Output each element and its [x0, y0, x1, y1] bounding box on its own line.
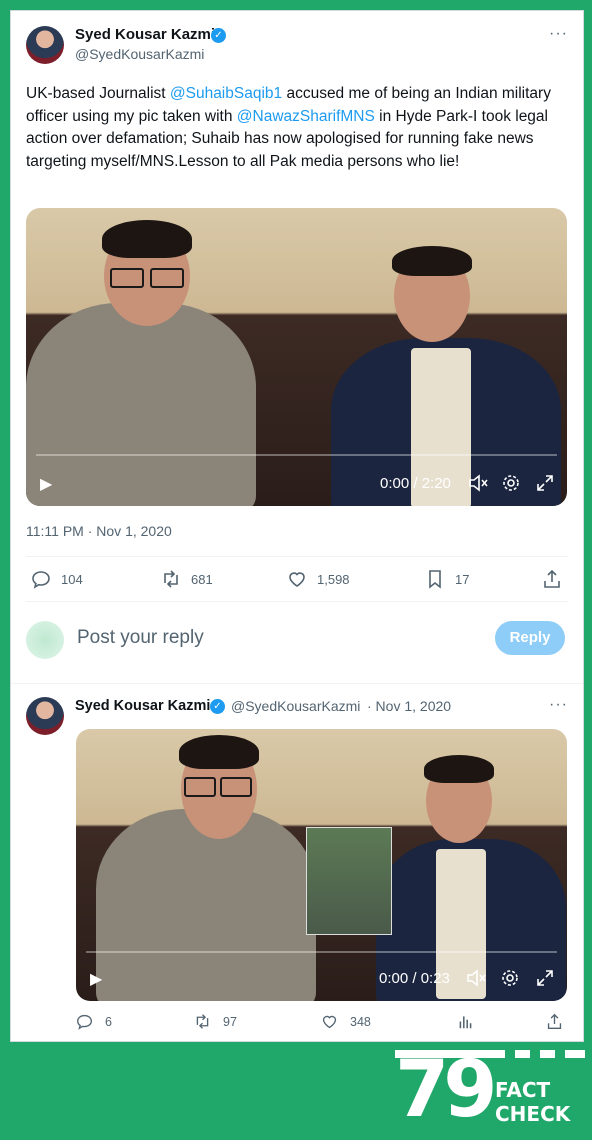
tweet-timestamp[interactable]: 11:11 PM · Nov 1, 2020 — [26, 523, 172, 539]
inset-photo — [306, 827, 392, 935]
video-time: 0:00 / 0:23 — [379, 970, 450, 987]
factcheck-logo: 79 FACT CHECK — [395, 1050, 585, 1130]
glasses — [184, 777, 216, 797]
like-icon — [322, 1015, 337, 1029]
person-left-hair — [102, 220, 192, 258]
play-icon[interactable]: ▶ — [40, 474, 52, 494]
like-count: 348 — [350, 1014, 371, 1029]
author-avatar[interactable] — [26, 697, 64, 735]
logo-notch — [530, 1050, 540, 1060]
reply-icon — [77, 1014, 92, 1030]
reply-input[interactable]: Post your reply — [77, 627, 204, 649]
retweet-count: 97 — [223, 1014, 237, 1029]
logo-notch — [505, 1050, 515, 1060]
reply-avatar — [26, 621, 64, 659]
retweet-action[interactable]: 97 — [194, 1013, 237, 1030]
person-right-hair — [392, 246, 472, 276]
reply-icon — [32, 571, 50, 589]
reply-action[interactable]: 104 — [31, 569, 83, 589]
share-action[interactable] — [542, 569, 562, 589]
person-left — [26, 303, 256, 506]
mention-link[interactable]: @NawazSharifMNS — [237, 108, 375, 125]
glasses — [110, 268, 144, 288]
person-left-hair — [179, 735, 259, 769]
more-icon[interactable]: ··· — [549, 696, 568, 714]
author-handle[interactable]: @SyedKousarKazmi — [75, 46, 204, 62]
play-icon[interactable]: ▶ — [90, 969, 102, 989]
reply-count: 6 — [105, 1014, 112, 1029]
bookmark-icon — [429, 570, 441, 589]
retweet-icon — [196, 1014, 209, 1029]
logo-text-check: CHECK — [495, 1102, 571, 1126]
reply-button[interactable]: Reply — [495, 621, 565, 655]
fullscreen-icon[interactable] — [536, 474, 554, 496]
divider — [11, 683, 583, 684]
tweet-text: UK-based Journalist @SuhaibSaqib1 accuse… — [26, 83, 574, 173]
retweet-count: 681 — [191, 571, 213, 587]
share-action[interactable] — [546, 1013, 563, 1030]
retweet-icon — [164, 570, 178, 588]
video-player[interactable]: ▶ 0:00 / 2:20 — [26, 208, 567, 506]
divider — [26, 601, 568, 602]
author-name[interactable]: Syed Kousar Kazmi — [75, 698, 210, 714]
fullscreen-icon[interactable] — [536, 969, 554, 991]
mute-icon[interactable] — [468, 474, 488, 496]
mute-icon[interactable] — [466, 969, 486, 991]
person-left — [96, 809, 316, 1001]
logo-text-fact: FACT — [495, 1078, 551, 1102]
glasses — [220, 777, 252, 797]
video-player[interactable]: ▶ 0:00 / 0:23 — [76, 729, 567, 1001]
share-icon — [544, 569, 560, 588]
more-icon[interactable]: ··· — [549, 25, 568, 43]
bookmark-count: 17 — [455, 571, 470, 587]
video-progress-bar[interactable] — [86, 951, 557, 953]
like-action[interactable]: 1,598 — [287, 569, 350, 589]
author-handle[interactable]: @SyedKousarKazmi — [231, 698, 360, 714]
verified-icon: ✓ — [210, 699, 225, 714]
views-action[interactable] — [457, 1013, 474, 1030]
verified-icon: ✓ — [211, 28, 226, 43]
like-count: 1,598 — [317, 571, 350, 587]
settings-icon[interactable] — [502, 474, 520, 496]
author-name[interactable]: Syed Kousar Kazmi — [75, 26, 215, 43]
logo-number: 79 — [395, 1045, 498, 1135]
video-time: 0:00 / 2:20 — [380, 475, 451, 492]
tweet-card: Syed Kousar Kazmi ✓ @SyedKousarKazmi ···… — [10, 10, 584, 1042]
settings-icon[interactable] — [501, 969, 519, 991]
views-icon — [459, 1016, 472, 1029]
reply-count: 104 — [61, 571, 83, 587]
author-avatar[interactable] — [26, 26, 64, 64]
retweet-action[interactable]: 681 — [161, 569, 213, 589]
like-icon — [289, 572, 305, 587]
reply-action[interactable]: 6 — [76, 1013, 112, 1030]
share-icon — [547, 1013, 562, 1029]
like-action[interactable]: 348 — [321, 1013, 371, 1030]
mention-link[interactable]: @SuhaibSaqib1 — [170, 85, 282, 102]
tweet-date[interactable]: · Nov 1, 2020 — [367, 698, 451, 714]
glasses — [150, 268, 184, 288]
divider — [26, 556, 568, 557]
logo-notch — [555, 1050, 565, 1060]
person-right-hair — [424, 755, 494, 783]
tweet-text-part: UK-based Journalist — [26, 85, 170, 102]
bookmark-action[interactable]: 17 — [425, 569, 469, 589]
video-progress-bar[interactable] — [36, 454, 557, 456]
